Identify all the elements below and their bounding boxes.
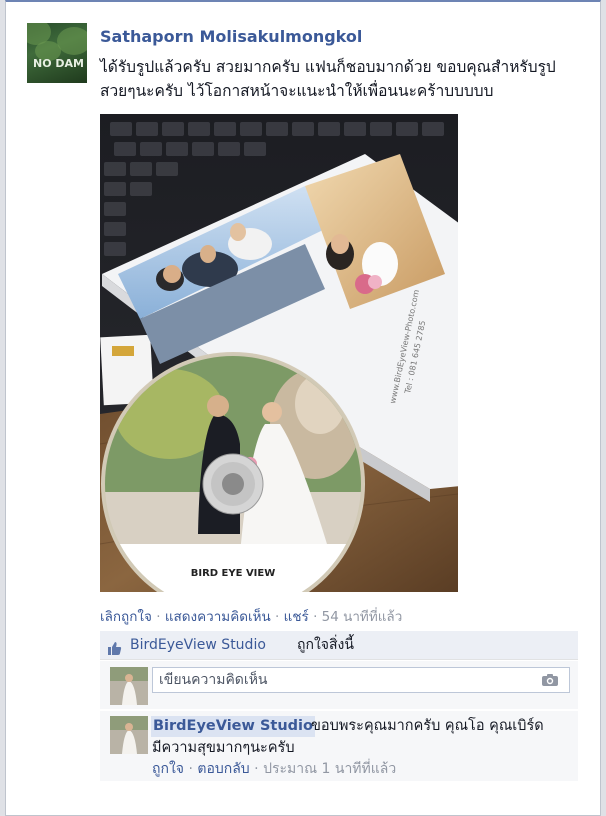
comment-meta: ถูกใจ · ตอบกลับ · ประมาณ 1 นาทีที่แล้ว bbox=[152, 760, 396, 778]
meta-separator: · bbox=[313, 609, 318, 625]
meta-separator: · bbox=[156, 609, 161, 625]
liker-name-link[interactable]: BirdEyeView Studio bbox=[130, 631, 266, 660]
avatar-foliage bbox=[57, 27, 87, 55]
post-photo[interactable]: www.BirdEyeView-Photo.com Tel : 081 645 … bbox=[100, 114, 458, 592]
photo-illustration: www.BirdEyeView-Photo.com Tel : 081 645 … bbox=[100, 114, 458, 592]
author-name[interactable]: Sathaporn Molisakulmongkol bbox=[100, 27, 362, 46]
meta-separator: · bbox=[254, 761, 259, 777]
commenter-name-link[interactable]: BirdEyeView Studio bbox=[151, 716, 315, 737]
camera-icon[interactable] bbox=[541, 672, 559, 691]
comment-text-line1: ขอบพระคุณมากครับ คุณโอ คุณเบิร์ด bbox=[311, 718, 544, 734]
share-link[interactable]: แชร์ bbox=[284, 609, 309, 625]
avatar-logo-text: NO DAM bbox=[33, 57, 84, 70]
comment-item: BirdEyeView Studio ขอบพระคุณมากครับ คุณโ… bbox=[100, 711, 578, 781]
comment-text-line2: มีความสุขมากๆนะครับ bbox=[152, 740, 295, 756]
post-card: NO DAM Sathaporn Molisakulmongkol ได้รับ… bbox=[5, 0, 601, 816]
unlike-link[interactable]: เลิกถูกใจ bbox=[100, 609, 152, 625]
comment-composer bbox=[100, 661, 578, 709]
comment-link[interactable]: แสดงความคิดเห็น bbox=[165, 609, 271, 625]
likes-bar: BirdEyeView Studio ถูกใจสิ่งนี้ bbox=[100, 631, 578, 660]
post-text: ได้รับรูปแล้วครับ สวยมากครับ แฟนก็ชอบมาก… bbox=[100, 58, 556, 100]
viewer-avatar[interactable] bbox=[110, 667, 148, 705]
author-avatar[interactable]: NO DAM bbox=[27, 23, 87, 83]
comment-input-wrapper bbox=[152, 667, 570, 693]
disc-brand-text: BIRD EYE VIEW bbox=[191, 568, 276, 579]
meta-separator: · bbox=[275, 609, 280, 625]
commenter-avatar[interactable] bbox=[110, 716, 148, 754]
comment-like-link[interactable]: ถูกใจ bbox=[152, 761, 184, 777]
comment-timestamp[interactable]: ประมาณ 1 นาทีที่แล้ว bbox=[263, 761, 396, 777]
comment-input[interactable] bbox=[159, 669, 529, 691]
meta-separator: · bbox=[188, 761, 193, 777]
post-timestamp[interactable]: 54 นาทีที่แล้ว bbox=[322, 609, 403, 625]
likes-suffix: ถูกใจสิ่งนี้ bbox=[297, 637, 354, 653]
post-meta: เลิกถูกใจ · แสดงความคิดเห็น · แชร์ · 54 … bbox=[100, 605, 402, 627]
comment-reply-link[interactable]: ตอบกลับ bbox=[197, 761, 249, 777]
